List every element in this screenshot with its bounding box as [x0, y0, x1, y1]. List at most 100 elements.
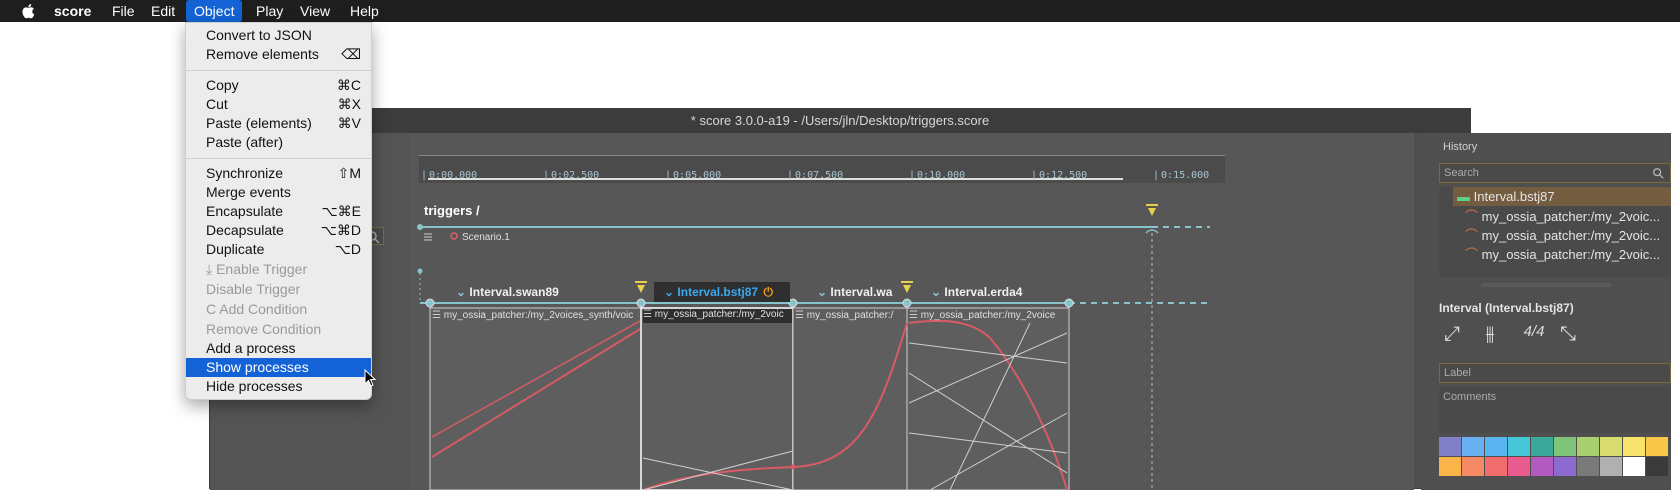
menu-item-decapsulate[interactable]: Decapsulate ⌥⌘D	[186, 221, 371, 240]
color-swatch[interactable]	[1508, 437, 1530, 456]
interval-name: Interval.swan89	[469, 285, 559, 299]
color-swatch[interactable]	[1508, 457, 1530, 476]
menu-separator	[186, 70, 371, 71]
interval-header-bstj87[interactable]: ⌄ Interval.bstj87 ⏻	[664, 285, 773, 300]
comments-textarea[interactable]: Comments	[1439, 387, 1671, 433]
menu-edit[interactable]: Edit	[143, 0, 183, 22]
menu-item-remove-elements[interactable]: Remove elements ⌫	[186, 45, 371, 64]
menu-item-enable-trigger: ⤓ Enable Trigger	[206, 261, 308, 277]
menu-help[interactable]: Help	[342, 0, 387, 22]
color-swatch[interactable]	[1623, 457, 1645, 476]
power-icon[interactable]: ⏻	[763, 285, 773, 299]
history-item[interactable]: ⌒ my_ossia_patcher:/my_2voic...	[1465, 226, 1671, 245]
menu-view[interactable]: View	[292, 0, 338, 22]
history-item[interactable]: ▼ ▬ Interval.bstj87	[1453, 187, 1671, 206]
process-label: my_ossia_patcher:/my_2voic	[654, 309, 784, 320]
color-swatch[interactable]	[1600, 437, 1622, 456]
menu-item-synchronize[interactable]: Synchronize ⇧M	[186, 164, 371, 183]
menu-item-convert-to-json[interactable]: Convert to JSON	[186, 26, 371, 45]
interval-box-wa[interactable]	[792, 307, 908, 490]
color-swatch[interactable]	[1600, 457, 1622, 476]
interval-name: Interval.wa	[830, 285, 893, 299]
trigger-icon[interactable]	[1146, 204, 1158, 216]
scenario-header[interactable]: Scenario.1	[424, 232, 510, 243]
app-menu-score[interactable]: score	[46, 0, 99, 22]
scenario-label: Scenario.1	[462, 232, 510, 243]
menu-item-encapsulate[interactable]: Encapsulate ⌥⌘E	[186, 202, 371, 221]
delete-key-icon: ⌫	[341, 46, 361, 62]
color-swatch[interactable]	[1462, 437, 1484, 456]
history-scrollbar[interactable]	[1481, 283, 1611, 287]
expand-icon[interactable]: ⤢	[1439, 323, 1465, 349]
color-swatch[interactable]	[1439, 457, 1461, 476]
app-window: * score 3.0.0-a19 - /Users/jln/Desktop/t…	[209, 108, 1671, 490]
resize-diagonal-icon[interactable]: ⤡	[1555, 323, 1581, 349]
menu-item-add-a-process[interactable]: Add a process	[186, 339, 371, 358]
menu-item-show-processes[interactable]: Show processes	[186, 358, 371, 377]
menu-play[interactable]: Play	[248, 0, 291, 22]
interval-header-wa[interactable]: ⌄ Interval.wa	[817, 285, 905, 299]
interval-header-erda4[interactable]: ⌄ Interval.erda4	[931, 285, 1022, 299]
menu-file[interactable]: File	[104, 0, 143, 22]
process-header[interactable]: ☰ my_ossia_patcher:/my_2voices_synth/voi…	[432, 310, 639, 321]
time-signature-icon[interactable]: 4/4	[1517, 323, 1551, 349]
history-item-label: Interval.bstj87	[1473, 189, 1555, 204]
curve-icon: ⌒	[1465, 228, 1479, 243]
menu-item-remove-condition: Remove Condition	[206, 321, 322, 337]
color-swatch[interactable]	[1646, 437, 1668, 456]
scenario-title: triggers /	[424, 203, 480, 218]
menu-item-duplicate[interactable]: Duplicate ⌥D	[186, 240, 371, 259]
interval-header-swan89[interactable]: ⌄ Interval.swan89	[456, 285, 559, 299]
color-swatch[interactable]	[1531, 437, 1553, 456]
curve-icon: ⌒	[1465, 209, 1479, 224]
menu-item-copy[interactable]: Copy ⌘C	[186, 76, 371, 95]
color-swatch[interactable]	[1577, 457, 1599, 476]
history-item[interactable]: ⌒ my_ossia_patcher:/my_2voic...	[1465, 207, 1671, 226]
condition-icon: C	[206, 301, 220, 317]
process-label: my_ossia_patcher:/my_2voices_synth/voic	[443, 310, 634, 321]
menu-object[interactable]: Object	[186, 0, 243, 22]
history-search-input[interactable]: Search	[1439, 163, 1671, 183]
menu-item-merge-events[interactable]: Merge events	[186, 183, 371, 202]
color-swatch[interactable]	[1462, 457, 1484, 476]
interval-box-swan89[interactable]	[429, 307, 642, 490]
color-swatch[interactable]	[1577, 437, 1599, 456]
color-swatch[interactable]	[1646, 457, 1668, 476]
apple-icon[interactable]	[20, 2, 38, 20]
menu-item-hide-processes[interactable]: Hide processes	[186, 377, 371, 396]
menu-item-paste-after[interactable]: Paste (after)	[186, 133, 371, 152]
trigger-icon: ⤓	[206, 261, 217, 277]
trigger-icon[interactable]	[635, 281, 647, 293]
history-title: History	[1443, 141, 1478, 153]
interval-name: Interval.erda4	[944, 285, 1023, 299]
color-swatch[interactable]	[1439, 437, 1461, 456]
color-palette	[1439, 437, 1671, 477]
menu-item-paste-elements[interactable]: Paste (elements) ⌘V	[186, 114, 371, 133]
color-swatch[interactable]	[1485, 457, 1507, 476]
color-swatch[interactable]	[1485, 437, 1507, 456]
process-header[interactable]: ☰ my_ossia_patcher:/my_2voice	[909, 310, 1067, 321]
history-item[interactable]: ⌒ my_ossia_patcher:/my_2voic...	[1465, 245, 1671, 264]
menu-item-add-condition: C Add Condition	[206, 301, 308, 317]
chevron-down-icon: ⌄	[456, 285, 467, 299]
search-icon	[1653, 168, 1664, 179]
color-swatch[interactable]	[1623, 437, 1645, 456]
color-swatch[interactable]	[1554, 437, 1576, 456]
label-input[interactable]: Label	[1439, 363, 1671, 383]
process-header[interactable]: ☰ my_ossia_patcher:/	[795, 310, 905, 321]
color-swatch[interactable]	[1554, 457, 1576, 476]
menu-item-cut[interactable]: Cut ⌘X	[186, 95, 371, 114]
color-swatch[interactable]	[1531, 457, 1553, 476]
hamburger-icon: ☰	[643, 309, 652, 320]
search-placeholder: Search	[1444, 167, 1479, 179]
history-item-label: my_ossia_patcher:/my_2voic...	[1481, 228, 1661, 243]
start-state[interactable]	[417, 224, 423, 230]
process-label: my_ossia_patcher:/my_2voice	[920, 310, 1056, 321]
menu-item-disable-trigger: Disable Trigger	[206, 281, 301, 297]
score-canvas[interactable]: 0:00.000 0:02.500 0:05.000 0:07.500 0:10…	[410, 133, 1414, 490]
hamburger-icon: ☰	[795, 310, 804, 321]
sliders-icon[interactable]: ⫵	[1477, 323, 1503, 349]
history-item-label: my_ossia_patcher:/my_2voic...	[1481, 247, 1661, 262]
process-header[interactable]: ☰ my_ossia_patcher:/my_2voic	[643, 309, 792, 323]
hamburger-icon: ☰	[432, 310, 441, 321]
